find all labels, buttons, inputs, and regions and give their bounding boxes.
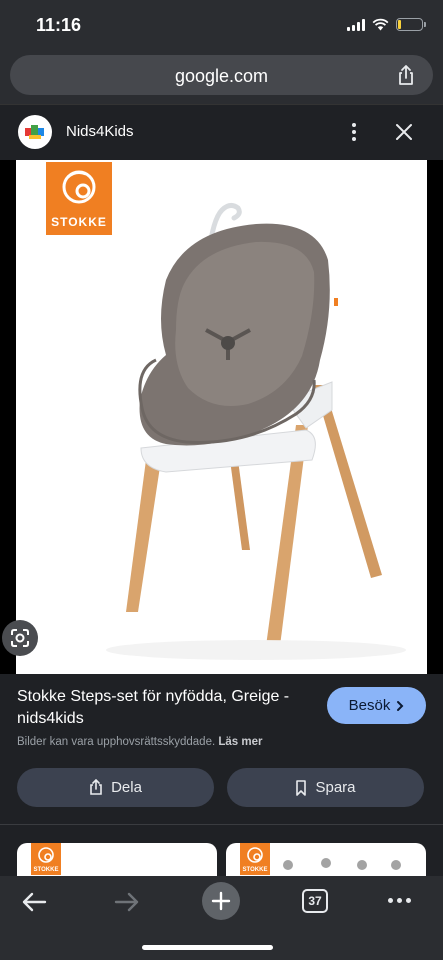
close-icon[interactable] xyxy=(393,121,415,143)
more-options-button[interactable] xyxy=(345,119,363,145)
browser-toolbar: google.com xyxy=(0,50,443,104)
battery-icon xyxy=(396,18,426,31)
forward-arrow-icon[interactable] xyxy=(113,890,141,914)
dot xyxy=(388,898,393,903)
google-lens-button[interactable] xyxy=(2,620,38,656)
result-header: Nids4Kids xyxy=(0,104,443,160)
stokke-steps-chair-illustration xyxy=(106,202,406,660)
save-label: Spara xyxy=(315,779,356,796)
stokke-emblem-icon xyxy=(38,847,54,863)
wifi-icon xyxy=(372,18,389,31)
result-title[interactable]: Stokke Steps-set för nyfödda, Greige - n… xyxy=(17,686,307,730)
share-icon[interactable] xyxy=(395,64,417,86)
share-button[interactable]: Dela xyxy=(17,768,214,807)
site-name[interactable]: Nids4Kids xyxy=(66,123,134,140)
share-label: Dela xyxy=(111,779,142,796)
copyright-notice: Bilder kan vara upphovsrättsskyddade. Lä… xyxy=(17,736,262,748)
address-bar[interactable]: google.com xyxy=(10,55,433,95)
browser-bottom-bar: 37 xyxy=(0,876,443,960)
related-logo-text: STOKKE xyxy=(33,867,59,873)
site-logo[interactable] xyxy=(18,115,52,149)
browser-menu-button[interactable] xyxy=(388,898,411,903)
dot xyxy=(352,137,356,141)
lens-icon xyxy=(11,629,29,647)
share-icon xyxy=(90,779,102,795)
dot xyxy=(397,898,402,903)
new-tab-button[interactable] xyxy=(202,882,240,920)
status-time: 11:16 xyxy=(36,15,82,35)
nids4kids-logo-icon xyxy=(25,125,44,139)
bookmark-icon xyxy=(296,779,307,796)
plus-icon xyxy=(211,891,231,911)
visit-button[interactable]: Besök xyxy=(327,687,426,724)
back-arrow-icon[interactable] xyxy=(20,890,48,914)
visit-label: Besök xyxy=(348,697,391,714)
battery-fill xyxy=(398,20,402,29)
chevron-right-icon xyxy=(397,700,404,711)
product-image[interactable]: STOKKE xyxy=(16,160,427,674)
learn-more-link[interactable]: Läs mer xyxy=(218,736,262,748)
stokke-logo: STOKKE xyxy=(31,843,61,875)
dot xyxy=(352,130,356,134)
cellular-signal-icon xyxy=(347,18,365,31)
status-bar: 11:16 xyxy=(0,0,443,50)
result-info-panel: Stokke Steps-set för nyfödda, Greige - n… xyxy=(0,674,443,824)
related-images: STOKKE STOKKE xyxy=(0,824,443,884)
url-text[interactable]: google.com xyxy=(10,66,433,87)
save-button[interactable]: Spara xyxy=(227,768,424,807)
copyright-text: Bilder kan vara upphovsrättsskyddade. xyxy=(17,736,216,748)
status-icons xyxy=(347,18,426,31)
home-indicator xyxy=(142,945,273,950)
dot xyxy=(406,898,411,903)
image-viewer: STOKKE xyxy=(0,160,443,674)
dot xyxy=(352,123,356,127)
tab-switcher-button[interactable]: 37 xyxy=(302,889,328,913)
